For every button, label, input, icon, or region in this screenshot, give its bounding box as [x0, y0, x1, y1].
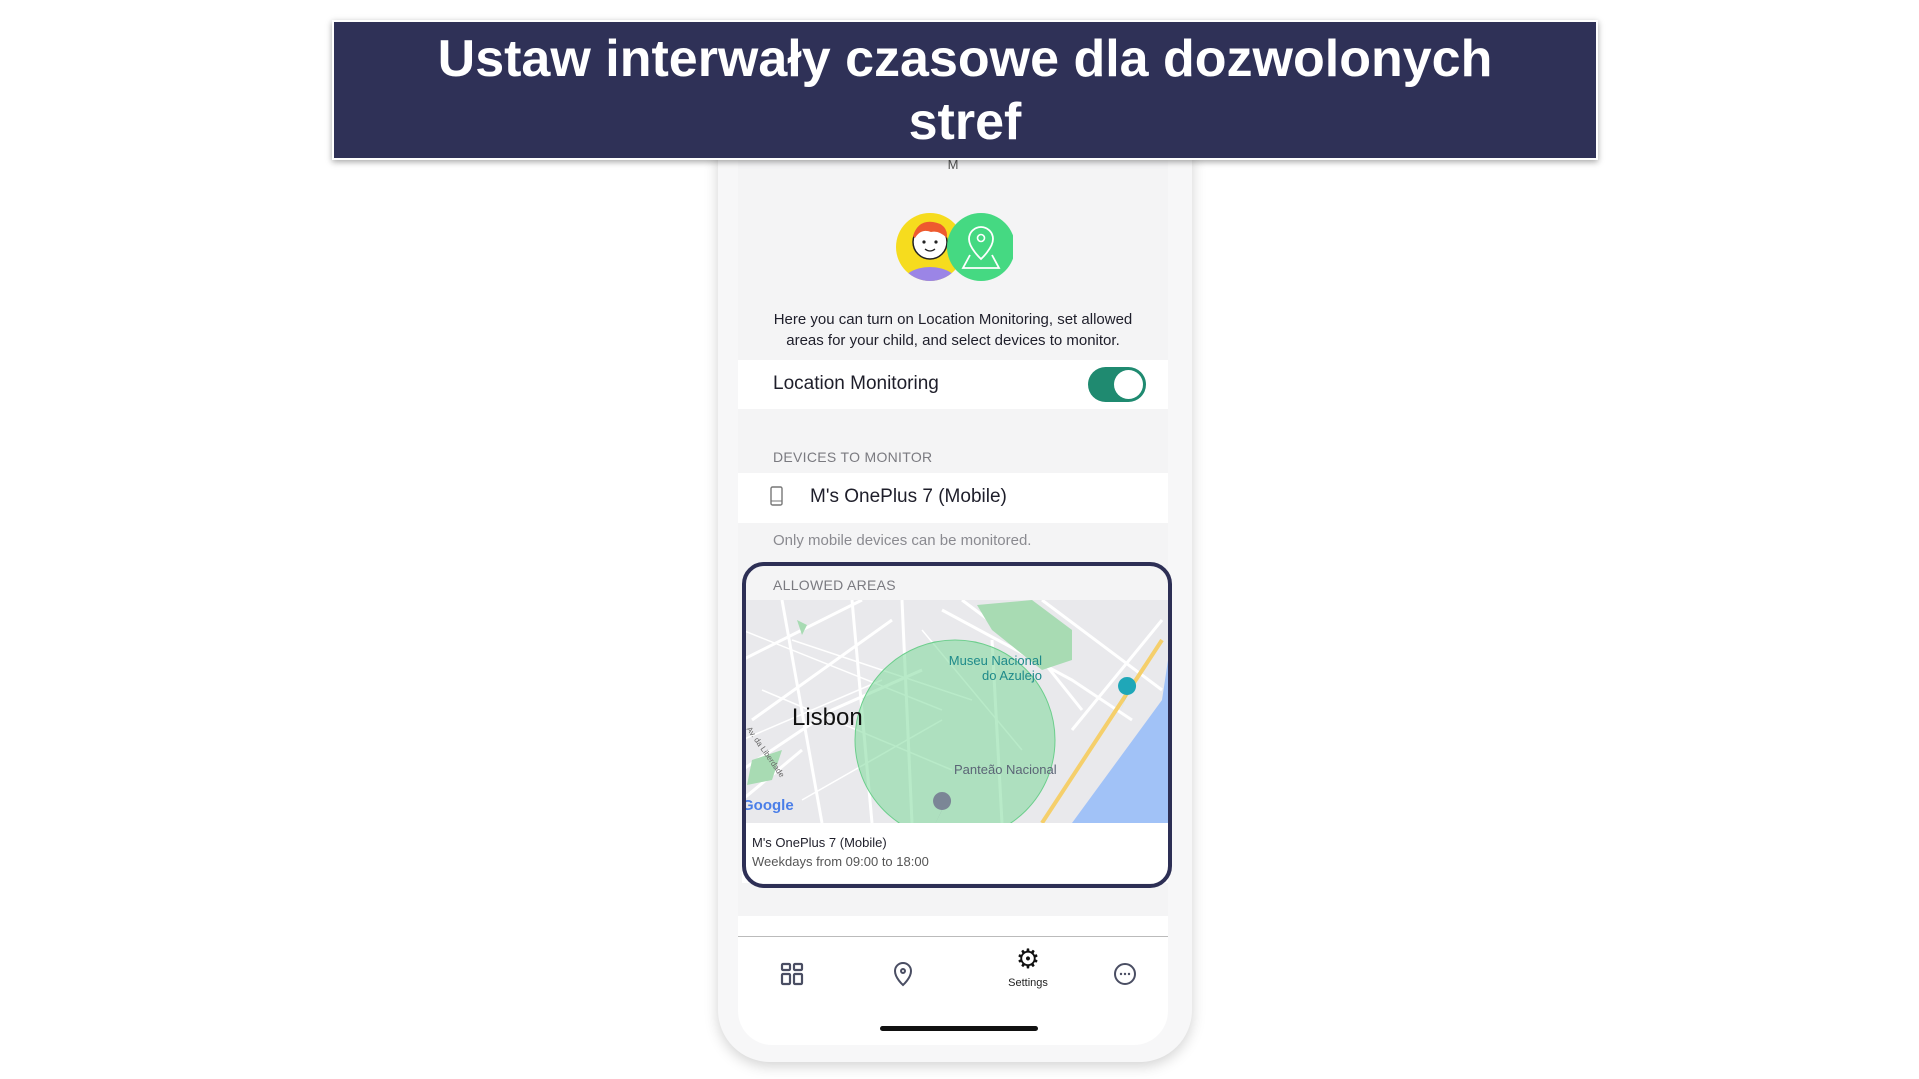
- location-pin-icon[interactable]: [888, 959, 918, 989]
- nav-settings-label: Settings: [1008, 977, 1048, 989]
- allowed-area-map[interactable]: Lisbon Museu Nacional do Azulejo Panteão…: [742, 600, 1168, 823]
- bottom-nav: ⚙ Settings: [738, 936, 1168, 1045]
- nav-settings[interactable]: ⚙ Settings: [978, 945, 1078, 989]
- more-icon[interactable]: [1110, 959, 1140, 989]
- device-row[interactable]: M's OnePlus 7 (Mobile): [738, 473, 1168, 523]
- home-indicator: [880, 1026, 1038, 1031]
- map-poi-museum-line2: do Azulejo: [982, 668, 1042, 683]
- google-attribution: Google: [742, 797, 794, 814]
- allowed-area-device: M's OnePlus 7 (Mobile): [752, 835, 887, 850]
- map-poi-pantheon: Panteão Nacional: [954, 762, 1057, 777]
- title-banner: Ustaw interwały czasowe dla dozwolonych …: [332, 20, 1598, 160]
- intro-description: Here you can turn on Location Monitoring…: [773, 311, 1133, 349]
- devices-section-label: DEVICES TO MONITOR: [773, 449, 933, 465]
- location-monitoring-row: Location Monitoring: [738, 360, 1168, 409]
- location-monitoring-label: Location Monitoring: [773, 373, 939, 394]
- gear-icon: ⚙: [1015, 944, 1041, 974]
- allowed-area-item[interactable]: M's OnePlus 7 (Mobile) Weekdays from 09:…: [742, 823, 1168, 883]
- map-poi-museum-line1: Museu Nacional: [948, 653, 1042, 668]
- allowed-areas-section-label: ALLOWED AREAS: [773, 577, 896, 593]
- map-pin-icon: [947, 213, 1013, 281]
- phone-screen: M Here you can turn on Location Monitori…: [738, 60, 1168, 1045]
- device-name: M's OnePlus 7 (Mobile): [810, 486, 1007, 507]
- location-monitoring-toggle[interactable]: [1088, 367, 1146, 402]
- toggle-knob: [1114, 370, 1143, 399]
- banner-line-1: Ustaw interwały czasowe dla dozwolonych: [437, 30, 1493, 88]
- map-city-label: Lisbon: [792, 704, 863, 731]
- next-row-partial: [738, 916, 1168, 936]
- allowed-area-schedule: Weekdays from 09:00 to 18:00: [752, 854, 929, 869]
- banner-line-2: stref: [908, 93, 1022, 151]
- phone-icon: [770, 486, 783, 506]
- devices-note: Only mobile devices can be monitored.: [773, 532, 1032, 549]
- dashboard-icon[interactable]: [777, 959, 807, 989]
- child-location-illustration: [896, 213, 1013, 281]
